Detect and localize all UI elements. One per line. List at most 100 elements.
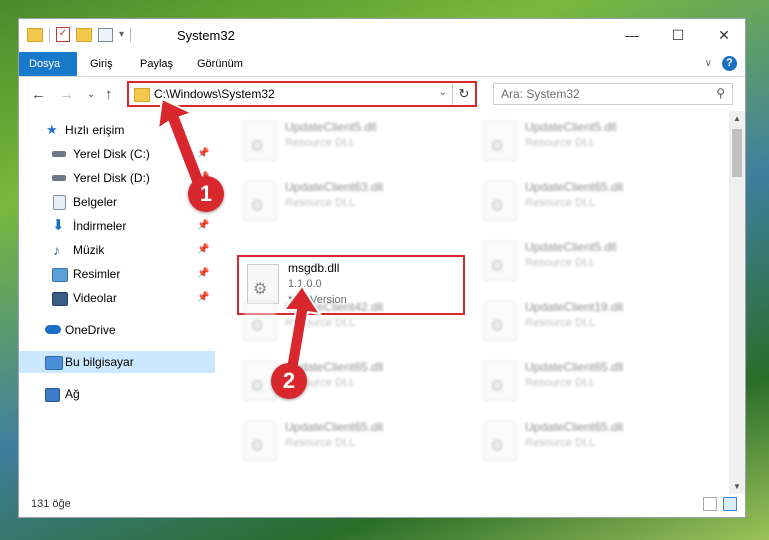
file-name: UpdateClient65.dll bbox=[525, 180, 624, 194]
drive-icon bbox=[52, 175, 66, 181]
file-item[interactable]: ⚙ UpdateClient5.dll Resource DLL bbox=[476, 115, 706, 171]
customize-toolbar-icon[interactable] bbox=[98, 27, 113, 42]
step-badge-2: 2 bbox=[271, 363, 307, 399]
file-type: Resource DLL bbox=[525, 377, 596, 389]
videos-icon bbox=[52, 292, 68, 306]
toolbar-divider bbox=[130, 27, 132, 42]
dll-file-icon: ⚙ bbox=[484, 181, 516, 221]
item-count: 131 öğe bbox=[31, 498, 71, 510]
file-item[interactable]: ⚙ UpdateClient5.dll Resource DLL bbox=[236, 115, 466, 171]
vertical-scrollbar[interactable]: ▲ ▼ bbox=[729, 111, 745, 494]
file-type: Resource DLL bbox=[525, 197, 596, 209]
file-item[interactable]: ⚙ UpdateClient65.dll Resource DLL bbox=[476, 175, 706, 231]
file-name: UpdateClient63.dll bbox=[285, 180, 384, 194]
file-item[interactable]: ⚙ UpdateClient65.dll Resource DLL bbox=[476, 355, 706, 411]
drive-icon bbox=[52, 151, 66, 157]
file-name: UpdateClient5.dll bbox=[525, 120, 617, 134]
file-item[interactable]: ⚙ UpdateClient19.dll Resource DLL bbox=[476, 295, 706, 351]
tab-view[interactable]: Görünüm bbox=[187, 52, 253, 76]
scroll-down-icon[interactable]: ▼ bbox=[729, 482, 745, 491]
gear-icon: ⚙ bbox=[250, 138, 265, 155]
file-name: UpdateClient65.dll bbox=[525, 420, 624, 434]
pin-icon[interactable]: 📌 bbox=[197, 287, 209, 309]
folder-icon[interactable] bbox=[27, 27, 43, 42]
sidebar-item-network[interactable]: Ağ bbox=[19, 383, 215, 405]
recent-locations-chevron-icon[interactable]: ⌄ bbox=[87, 89, 95, 100]
ribbon-tabs: Dosya Giriş Paylaş Görünüm bbox=[19, 52, 745, 76]
file-item[interactable]: ⚙ UpdateClient65.dll Resource DLL bbox=[236, 415, 466, 471]
refresh-icon[interactable]: ↻ bbox=[452, 83, 475, 105]
pin-icon[interactable]: 📌 bbox=[197, 263, 209, 285]
up-arrow-icon[interactable]: ↑ bbox=[105, 86, 113, 103]
new-folder-icon[interactable] bbox=[76, 27, 92, 42]
sidebar-item-this-pc[interactable]: Bu bilgisayar bbox=[19, 351, 215, 373]
file-name: UpdateClient19.dll bbox=[525, 300, 624, 314]
file-item[interactable]: ⚙ UpdateClient65.dll Resource DLL bbox=[476, 415, 706, 471]
dll-file-icon: ⚙ bbox=[244, 181, 276, 221]
file-item[interactable]: ⚙ UpdateClient63.dll Resource DLL bbox=[236, 175, 466, 231]
tab-home[interactable]: Giriş bbox=[80, 52, 123, 76]
tab-share[interactable]: Paylaş bbox=[130, 52, 183, 76]
pin-icon[interactable]: 📌 bbox=[197, 239, 209, 261]
sidebar-item-onedrive[interactable]: OneDrive bbox=[19, 319, 215, 341]
properties-check-icon[interactable]: ✓ bbox=[56, 27, 70, 42]
gear-icon: ⚙ bbox=[490, 258, 505, 275]
chevron-down-icon[interactable]: ▾ bbox=[119, 29, 124, 40]
details-view-icon[interactable] bbox=[703, 497, 717, 511]
gear-icon: ⚙ bbox=[490, 378, 505, 395]
dll-file-icon: ⚙ bbox=[484, 121, 516, 161]
sidebar-item-label: Müzik bbox=[73, 243, 105, 257]
computer-icon bbox=[45, 356, 63, 370]
file-type: Resource DLL bbox=[525, 137, 596, 149]
minimize-icon: — bbox=[625, 27, 639, 43]
sidebar-item-pictures[interactable]: Resimler 📌 bbox=[19, 263, 215, 285]
sidebar-item-label: OneDrive bbox=[65, 323, 116, 337]
sidebar-item-videos[interactable]: Videolar 📌 bbox=[19, 287, 215, 309]
back-arrow-icon[interactable]: ← bbox=[31, 86, 46, 103]
gear-icon: ⚙ bbox=[250, 438, 265, 455]
folder-icon bbox=[134, 88, 150, 102]
gear-icon: ⚙ bbox=[250, 378, 265, 395]
sidebar-item-label: Yerel Disk (D:) bbox=[73, 171, 150, 185]
gear-icon: ⚙ bbox=[490, 198, 505, 215]
tiles-view-icon[interactable] bbox=[723, 497, 737, 511]
file-name: UpdateClient5.dll bbox=[525, 240, 617, 254]
gear-icon: ⚙ bbox=[250, 198, 265, 215]
maximize-button[interactable]: ☐ bbox=[655, 19, 701, 51]
help-icon[interactable]: ? bbox=[722, 56, 737, 71]
file-type: Resource DLL bbox=[525, 317, 596, 329]
sidebar-item-label: Belgeler bbox=[73, 195, 118, 209]
search-box[interactable]: Ara: System32 ⚲ bbox=[493, 83, 733, 105]
minimize-button[interactable]: — bbox=[609, 19, 655, 51]
chevron-down-icon[interactable]: ⌄ bbox=[439, 87, 447, 98]
file-type: Resource DLL bbox=[285, 137, 356, 149]
window-title: System32 bbox=[177, 28, 235, 43]
network-icon bbox=[45, 388, 60, 402]
sidebar-item-label: Resimler bbox=[73, 267, 121, 281]
ribbon-divider bbox=[19, 76, 745, 77]
sidebar-item-label: İndirmeler bbox=[73, 219, 127, 233]
scroll-up-icon[interactable]: ▲ bbox=[729, 114, 745, 123]
search-icon[interactable]: ⚲ bbox=[716, 86, 725, 100]
dll-file-icon: ⚙ bbox=[484, 361, 516, 401]
maximize-icon: ☐ bbox=[671, 27, 685, 43]
toolbar-divider bbox=[49, 27, 50, 42]
search-input[interactable]: Ara: System32 bbox=[501, 87, 580, 101]
dll-file-icon: ⚙ bbox=[484, 241, 516, 281]
scroll-thumb[interactable] bbox=[732, 129, 742, 177]
sidebar-item-music[interactable]: ♪ Müzik 📌 bbox=[19, 239, 215, 261]
file-item[interactable]: ⚙ UpdateClient5.dll Resource DLL bbox=[476, 235, 706, 291]
file-type: Resource DLL bbox=[525, 437, 596, 449]
forward-arrow-icon[interactable]: → bbox=[59, 86, 74, 103]
star-icon: ★ bbox=[46, 122, 58, 137]
close-button[interactable]: ✕ bbox=[701, 19, 747, 51]
sidebar-item-label: Ağ bbox=[65, 387, 80, 401]
file-name: msgdb.dll bbox=[288, 261, 340, 275]
pictures-icon bbox=[52, 268, 68, 282]
dll-file-icon: ⚙ bbox=[484, 421, 516, 461]
expand-ribbon-icon[interactable]: ∨ bbox=[705, 58, 712, 69]
music-icon: ♪ bbox=[53, 242, 60, 258]
tab-file[interactable]: Dosya bbox=[19, 52, 77, 76]
file-name: UpdateClient65.dll bbox=[525, 360, 624, 374]
cloud-icon bbox=[45, 325, 61, 334]
